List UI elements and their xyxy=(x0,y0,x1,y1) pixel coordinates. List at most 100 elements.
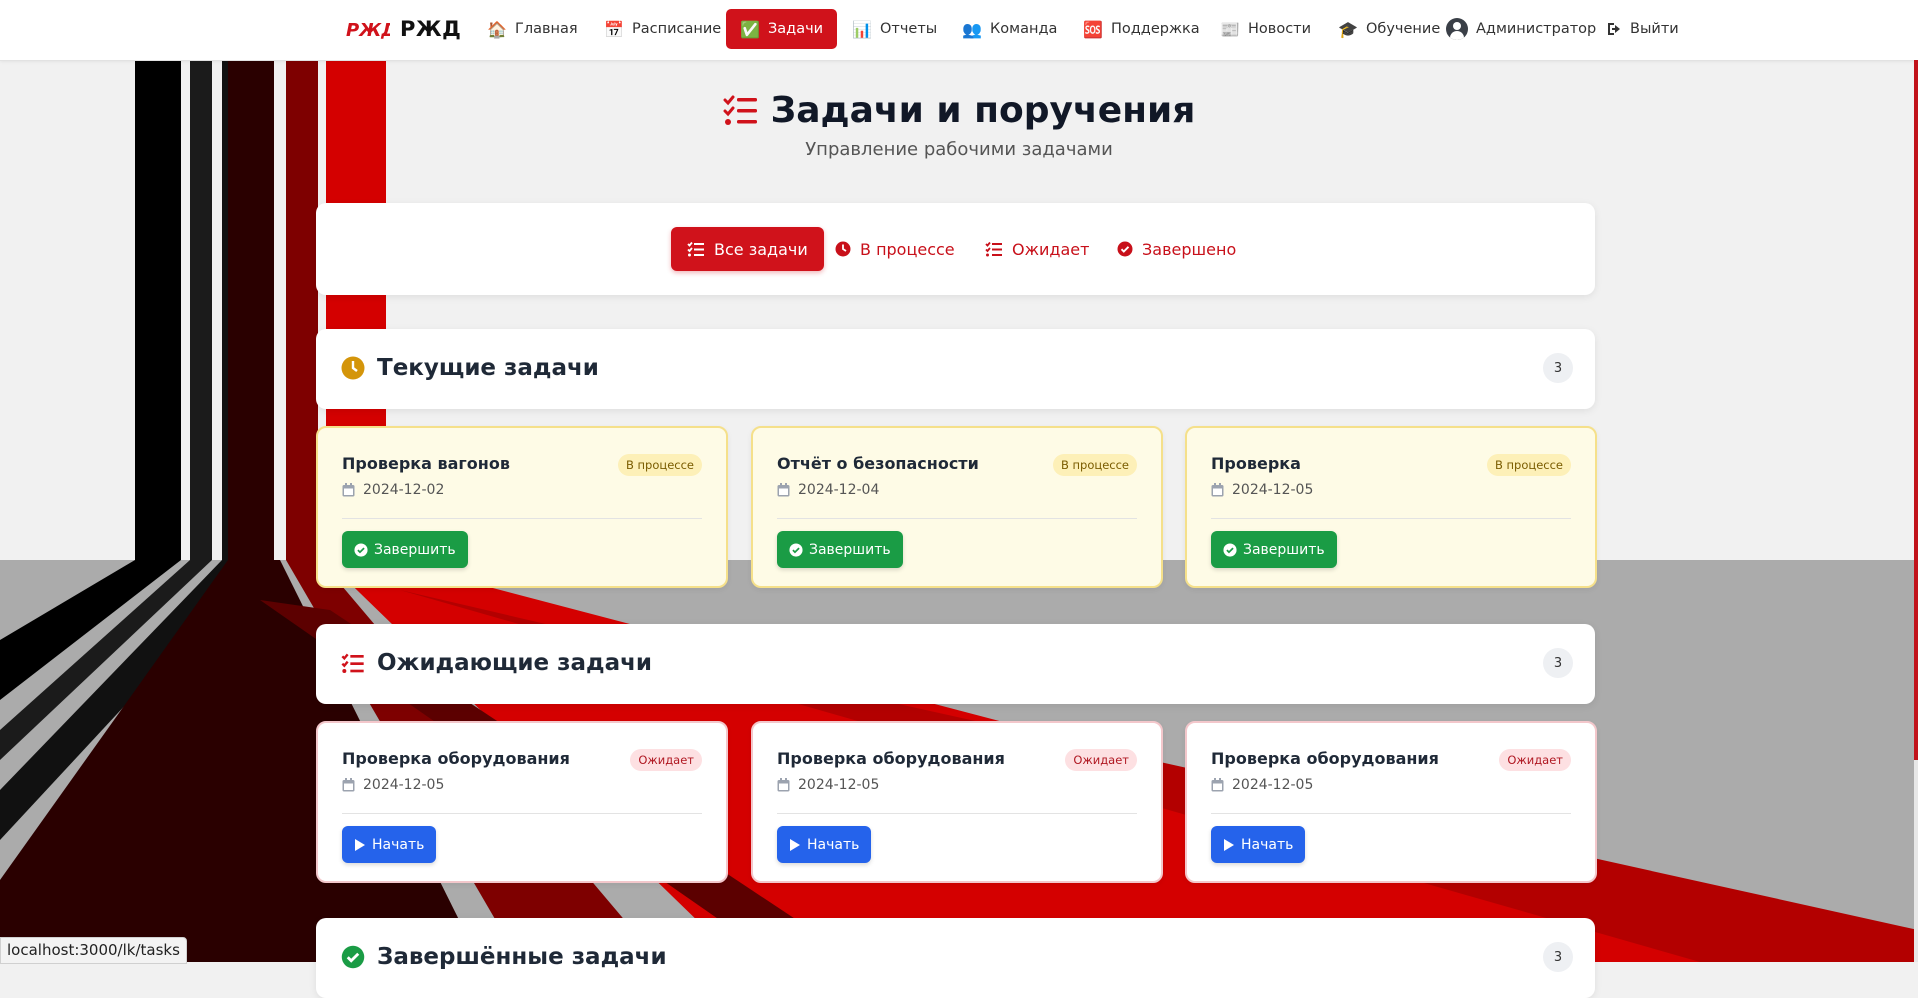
task-card: Проверка В процессе 2024-12-05 Завершить xyxy=(1185,426,1597,588)
task-date: 2024-12-05 xyxy=(342,777,444,793)
task-date-text: 2024-12-02 xyxy=(363,482,445,498)
rzd-logo-icon: РЖД xyxy=(346,20,390,41)
check-circle-icon xyxy=(789,542,803,557)
button-label: Завершить xyxy=(1243,541,1325,558)
calendar-icon: 📅 xyxy=(604,19,624,39)
task-name: Проверка xyxy=(1211,454,1301,473)
task-date: 2024-12-04 xyxy=(777,482,879,498)
page-title-text: Задачи и поручения xyxy=(770,90,1196,131)
task-card: Проверка вагонов В процессе 2024-12-02 З… xyxy=(316,426,728,588)
nav-item-reports[interactable]: 📊 Отчеты xyxy=(838,9,951,49)
scrollbar-thumb[interactable] xyxy=(1914,60,1918,760)
task-date-text: 2024-12-05 xyxy=(1232,777,1314,793)
status-badge: В процессе xyxy=(617,454,702,476)
button-label: Завершить xyxy=(809,541,891,558)
nav-label: Задачи xyxy=(768,21,824,37)
complete-task-button[interactable]: Завершить xyxy=(1211,531,1337,568)
sos-icon: 🆘 xyxy=(1083,19,1103,39)
page-header: Задачи и поручения Управление рабочими з… xyxy=(0,90,1918,160)
section-title-text: Завершённые задачи xyxy=(377,944,667,970)
check-circle-icon xyxy=(1223,542,1237,557)
filter-label: Ожидает xyxy=(1012,239,1090,259)
divider xyxy=(342,518,702,519)
status-badge: Ожидает xyxy=(1499,749,1571,771)
start-task-button[interactable]: Начать xyxy=(1211,826,1306,863)
brand[interactable]: РЖД РЖД xyxy=(346,14,461,44)
button-label: Начать xyxy=(372,836,425,853)
nav-item-user[interactable]: Администратор xyxy=(1432,9,1610,49)
calendar-icon xyxy=(777,483,790,497)
task-date-text: 2024-12-04 xyxy=(798,482,880,498)
filter-label: Завершено xyxy=(1142,239,1237,259)
divider xyxy=(1211,518,1571,519)
start-task-button[interactable]: Начать xyxy=(342,826,437,863)
graduation-cap-icon: 🎓 xyxy=(1338,19,1358,39)
pending-tasks-header: Ожидающие задачи 3 xyxy=(316,624,1595,704)
nav-item-team[interactable]: 👥 Команда xyxy=(948,9,1071,49)
check-circle-icon xyxy=(1117,241,1133,257)
page-subtitle: Управление рабочими задачами xyxy=(805,139,1113,160)
button-label: Завершить xyxy=(374,541,456,558)
task-name: Отчёт о безопасности xyxy=(777,454,979,473)
check-box-icon: ✅ xyxy=(740,19,760,39)
nav-label: Расписание xyxy=(632,21,722,37)
divider xyxy=(777,518,1137,519)
list-icon xyxy=(985,241,1002,257)
status-badge: В процессе xyxy=(1052,454,1137,476)
complete-task-button[interactable]: Завершить xyxy=(342,531,468,568)
nav-item-tasks[interactable]: ✅ Задачи xyxy=(726,9,838,49)
newspaper-icon: 📰 xyxy=(1220,19,1240,39)
clock-icon xyxy=(341,356,365,380)
calendar-icon xyxy=(342,778,355,792)
check-circle-icon xyxy=(341,945,365,969)
filter-all-button[interactable]: Все задачи xyxy=(671,227,824,271)
section-title: Текущие задачи xyxy=(341,355,599,381)
play-icon xyxy=(1224,838,1234,851)
nav-item-logout[interactable]: Выйти xyxy=(1592,9,1693,49)
task-date: 2024-12-02 xyxy=(342,482,444,498)
top-navbar: РЖД РЖД 🏠 Главная 📅 Расписание ✅ Задачи … xyxy=(0,0,1918,61)
calendar-icon xyxy=(342,483,355,497)
section-title-text: Ожидающие задачи xyxy=(377,650,653,676)
section-title: Ожидающие задачи xyxy=(341,650,652,676)
complete-task-button[interactable]: Завершить xyxy=(777,531,903,568)
filter-completed-button[interactable]: Завершено xyxy=(1101,227,1252,271)
home-icon: 🏠 xyxy=(487,19,507,39)
nav-item-schedule[interactable]: 📅 Расписание xyxy=(590,9,735,49)
logout-icon xyxy=(1608,23,1620,35)
count-badge: 3 xyxy=(1543,353,1573,383)
task-date-text: 2024-12-05 xyxy=(363,777,445,793)
nav-label: Главная xyxy=(515,21,578,37)
start-task-button[interactable]: Начать xyxy=(777,826,872,863)
nav-item-support[interactable]: 🆘 Поддержка xyxy=(1069,9,1214,49)
list-icon xyxy=(341,653,364,673)
nav-item-news[interactable]: 📰 Новости xyxy=(1206,9,1325,49)
task-date: 2024-12-05 xyxy=(1211,777,1313,793)
task-card: Отчёт о безопасности В процессе 2024-12-… xyxy=(751,426,1163,588)
list-check-icon xyxy=(723,95,757,125)
nav-item-home[interactable]: 🏠 Главная xyxy=(473,9,592,49)
task-date: 2024-12-05 xyxy=(777,777,879,793)
filter-label: В процессе xyxy=(860,239,955,259)
chart-icon: 📊 xyxy=(852,19,872,39)
task-name: Проверка оборудования xyxy=(1211,749,1439,768)
nav-user-label: Администратор xyxy=(1476,21,1597,37)
completed-tasks-header: Завершённые задачи 3 xyxy=(316,918,1595,998)
task-name: Проверка оборудования xyxy=(777,749,1005,768)
play-icon xyxy=(355,838,365,851)
calendar-icon xyxy=(1211,483,1224,497)
task-card: Проверка оборудования Ожидает 2024-12-05… xyxy=(751,721,1163,883)
section-title-text: Текущие задачи xyxy=(377,355,599,381)
divider xyxy=(777,813,1137,814)
task-date: 2024-12-05 xyxy=(1211,482,1313,498)
page-title: Задачи и поручения xyxy=(723,90,1196,131)
filter-in-progress-button[interactable]: В процессе xyxy=(819,227,971,271)
button-label: Начать xyxy=(807,836,860,853)
count-badge: 3 xyxy=(1543,942,1573,972)
user-circle-icon xyxy=(1446,18,1468,40)
clock-icon xyxy=(835,241,851,257)
calendar-icon xyxy=(1211,778,1224,792)
task-card: Проверка оборудования Ожидает 2024-12-05… xyxy=(316,721,728,883)
nav-label: Обучение xyxy=(1366,21,1441,37)
filter-pending-button[interactable]: Ожидает xyxy=(969,227,1105,271)
